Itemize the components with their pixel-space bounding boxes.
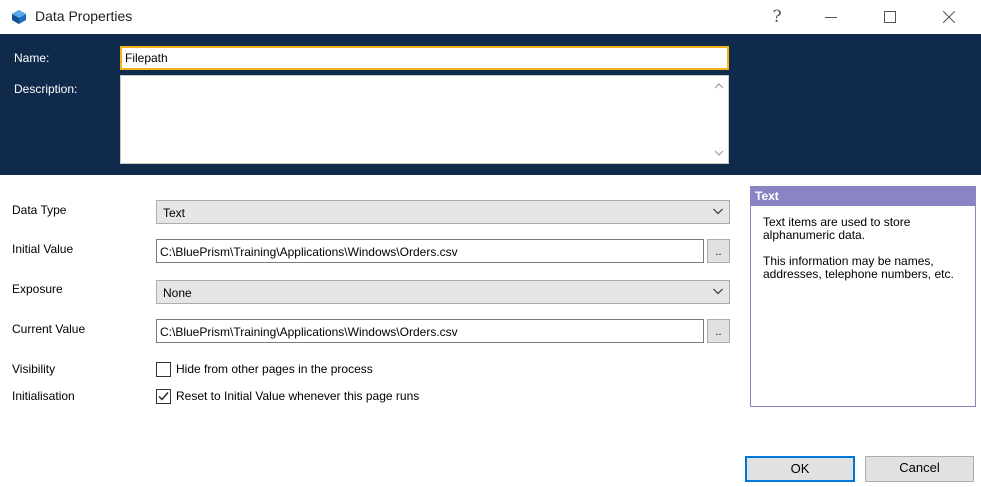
ok-button[interactable]: OK bbox=[745, 456, 855, 482]
initialisation-checkbox[interactable] bbox=[156, 388, 171, 404]
scroll-up-icon[interactable] bbox=[714, 81, 724, 91]
exposure-value: None bbox=[163, 286, 192, 300]
visibility-label: Visibility bbox=[12, 362, 56, 376]
initialisation-checkbox-label[interactable]: Reset to Initial Value whenever this pag… bbox=[176, 389, 419, 403]
initial-value-browse-button[interactable]: .. bbox=[707, 239, 730, 263]
initial-value-label: Initial Value bbox=[12, 242, 74, 256]
title-bar: Data Properties ? bbox=[0, 0, 981, 34]
minimize-icon bbox=[825, 17, 837, 18]
chevron-down-icon bbox=[713, 208, 723, 215]
minimize-button[interactable] bbox=[808, 0, 854, 34]
initialisation-checkbox-row[interactable]: Reset to Initial Value whenever this pag… bbox=[156, 388, 419, 404]
info-panel-title: Text bbox=[751, 187, 975, 206]
visibility-checkbox-label[interactable]: Hide from other pages in the process bbox=[176, 362, 373, 376]
visibility-checkbox-row[interactable]: Hide from other pages in the process bbox=[156, 361, 373, 377]
blue-prism-app-icon bbox=[12, 10, 26, 24]
visibility-checkbox[interactable] bbox=[156, 361, 171, 377]
maximize-icon bbox=[884, 11, 896, 23]
help-icon: ? bbox=[772, 7, 782, 27]
current-value-browse-button[interactable]: .. bbox=[707, 319, 730, 343]
description-scrollbar[interactable] bbox=[710, 76, 728, 163]
maximize-button[interactable] bbox=[867, 0, 913, 34]
current-value-label: Current Value bbox=[12, 322, 86, 336]
info-paragraph-1: Text items are used to store alphanumeri… bbox=[763, 215, 911, 242]
name-input[interactable] bbox=[120, 46, 729, 70]
cancel-button[interactable]: Cancel bbox=[865, 456, 974, 482]
window-title: Data Properties bbox=[35, 8, 133, 24]
close-button[interactable] bbox=[926, 0, 972, 34]
data-type-value: Text bbox=[163, 206, 186, 220]
help-button[interactable]: ? bbox=[754, 0, 800, 34]
name-label: Name: bbox=[14, 51, 50, 65]
close-icon bbox=[943, 11, 955, 23]
chevron-down-icon bbox=[713, 288, 723, 295]
info-panel: Text Text items are used to store alphan… bbox=[750, 186, 976, 407]
info-panel-body: Text items are used to store alphanumeri… bbox=[751, 206, 975, 281]
exposure-label: Exposure bbox=[12, 282, 63, 296]
initialisation-label: Initialisation bbox=[12, 389, 75, 403]
data-type-select[interactable]: Text bbox=[156, 200, 730, 224]
data-type-label: Data Type bbox=[12, 203, 67, 217]
initial-value-input[interactable]: C:\BluePrism\Training\Applications\Windo… bbox=[156, 239, 704, 263]
description-input[interactable] bbox=[121, 76, 711, 163]
checkmark-icon bbox=[158, 391, 169, 401]
exposure-select[interactable]: None bbox=[156, 280, 730, 304]
scroll-down-icon[interactable] bbox=[714, 148, 724, 158]
info-paragraph-2: This information may be names, addresses… bbox=[763, 254, 954, 281]
description-box bbox=[120, 75, 729, 164]
description-label: Description: bbox=[14, 82, 78, 96]
current-value-input[interactable]: C:\BluePrism\Training\Applications\Windo… bbox=[156, 319, 704, 343]
